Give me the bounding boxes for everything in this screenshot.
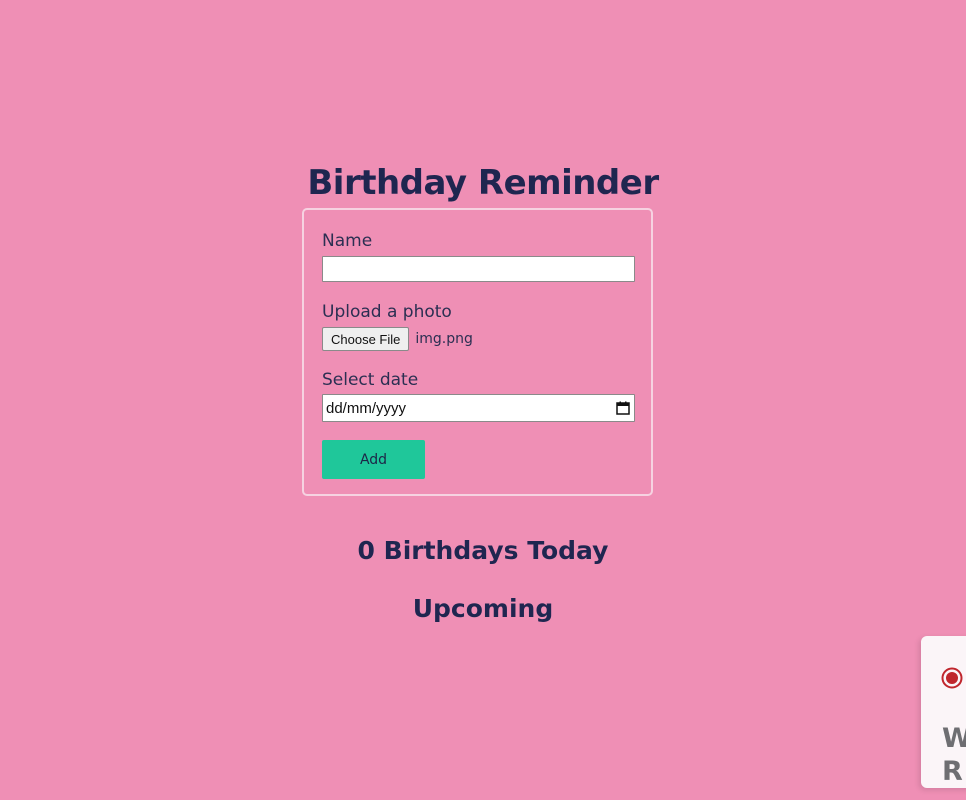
- choose-file-button[interactable]: Choose File: [322, 327, 410, 351]
- name-input[interactable]: [322, 256, 635, 282]
- name-label: Name: [322, 231, 373, 251]
- record-icon[interactable]: [941, 667, 963, 689]
- add-button[interactable]: Add: [322, 440, 425, 479]
- date-placeholder: dd/mm/yyyy: [326, 399, 407, 417]
- birthday-form: Name Upload a photo Choose File img.png …: [302, 208, 653, 496]
- widget-text-line2: R: [942, 756, 963, 787]
- photo-label: Upload a photo: [322, 302, 452, 322]
- widget-text-line1: W: [942, 723, 966, 754]
- widget-text: W R: [942, 722, 966, 788]
- birthdays-today-heading: 0 Birthdays Today: [357, 536, 609, 565]
- calendar-icon[interactable]: [616, 401, 630, 415]
- date-label: Select date: [322, 370, 419, 390]
- upcoming-heading: Upcoming: [412, 594, 554, 623]
- file-upload: Choose File img.png: [322, 327, 473, 351]
- page-title: Birthday Reminder: [307, 162, 659, 203]
- date-input[interactable]: dd/mm/yyyy: [322, 394, 635, 422]
- floating-widget[interactable]: W R: [921, 636, 966, 788]
- file-name: img.png: [415, 331, 473, 347]
